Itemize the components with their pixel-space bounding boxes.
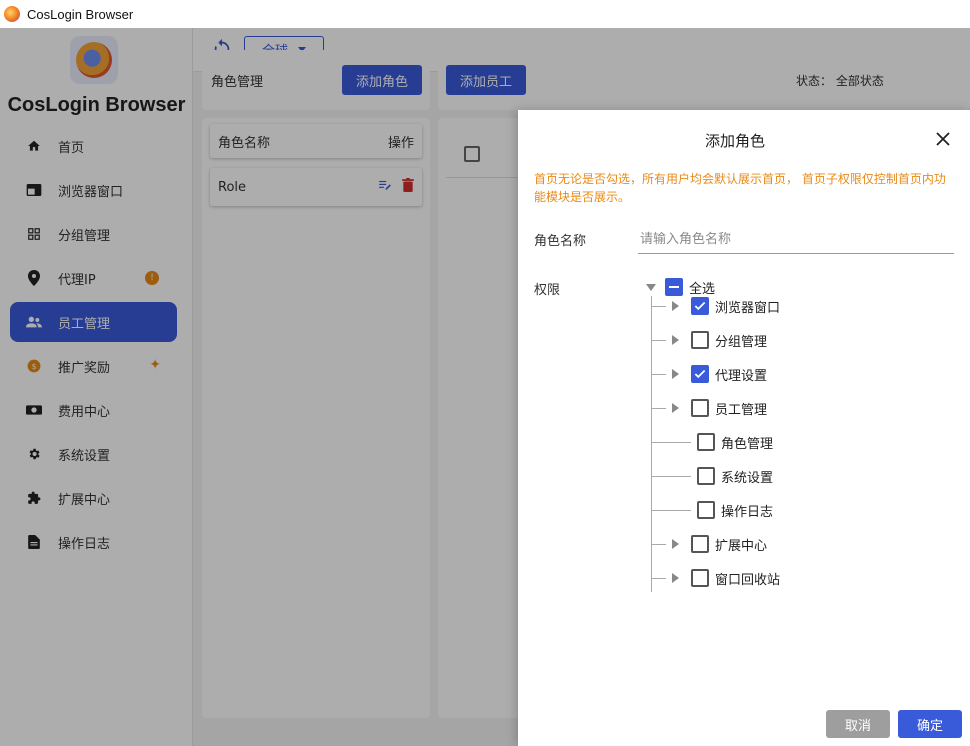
- check-icon: [694, 369, 706, 379]
- permission-item[interactable]: 窗口回收站: [651, 563, 780, 593]
- cancel-button[interactable]: 取消: [826, 710, 890, 738]
- tree-connector: [651, 475, 691, 477]
- homepage-note: 首页无论是否勾选，所有用户均会默认展示首页， 首页子权限仅控制首页内功能模块是否…: [534, 172, 946, 204]
- permission-checkbox[interactable]: [691, 569, 709, 587]
- permission-checkbox[interactable]: [691, 331, 709, 349]
- permission-checkbox[interactable]: [697, 501, 715, 519]
- chevron-down-icon[interactable]: [646, 283, 656, 291]
- tree-connector: [651, 577, 666, 579]
- permission-item[interactable]: 系统设置: [651, 461, 773, 491]
- role-name-input[interactable]: [638, 226, 954, 254]
- permission-label: 系统设置: [721, 470, 774, 486]
- chevron-right-icon[interactable]: [672, 573, 679, 583]
- window-title: CosLogin Browser: [27, 6, 134, 22]
- permission-checkbox[interactable]: [697, 467, 715, 485]
- permission-checkbox[interactable]: [697, 433, 715, 451]
- permission-item[interactable]: 角色管理: [651, 427, 773, 457]
- permission-label: 角色管理: [721, 436, 774, 452]
- permission-item[interactable]: 代理设置: [651, 359, 767, 389]
- permissions-label: 权限: [534, 283, 561, 298]
- tree-connector: [651, 543, 666, 545]
- chevron-right-icon[interactable]: [672, 301, 679, 311]
- app-logo-icon: [4, 6, 20, 22]
- permission-item[interactable]: 分组管理: [651, 325, 767, 355]
- permission-label: 浏览器窗口: [715, 300, 781, 316]
- permission-label: 员工管理: [715, 402, 768, 418]
- add-role-dialog: 添加角色 首页无论是否勾选，所有用户均会默认展示首页， 首页子权限仅控制首页内功…: [518, 110, 970, 746]
- permission-label: 窗口回收站: [715, 572, 781, 588]
- permission-label: 代理设置: [715, 368, 768, 384]
- tree-connector: [651, 339, 666, 341]
- tree-connector: [651, 407, 666, 409]
- chevron-right-icon[interactable]: [672, 369, 679, 379]
- permission-item[interactable]: 操作日志: [651, 495, 773, 525]
- permission-checkbox[interactable]: [691, 365, 709, 383]
- permission-tree: 全选 浏览器窗口 分组管理 代理设置 员工管理 角色管理 系统设置 操作日志 扩展中心 窗口回收…: [638, 274, 938, 614]
- tree-connector: [651, 305, 666, 307]
- dialog-title: 添加角色: [704, 132, 765, 150]
- permission-checkbox[interactable]: [691, 297, 709, 315]
- permission-item[interactable]: 扩展中心: [651, 529, 767, 559]
- confirm-button[interactable]: 确定: [898, 710, 962, 738]
- chevron-right-icon[interactable]: [672, 335, 679, 345]
- permission-item[interactable]: 浏览器窗口: [651, 291, 780, 321]
- permission-item[interactable]: 员工管理: [651, 393, 767, 423]
- check-icon: [694, 301, 706, 311]
- permission-label: 扩展中心: [715, 538, 768, 554]
- tree-connector: [651, 373, 666, 375]
- title-bar: CosLogin Browser: [0, 0, 970, 28]
- permission-label: 操作日志: [721, 504, 774, 520]
- close-icon[interactable]: [934, 130, 952, 148]
- chevron-right-icon[interactable]: [672, 403, 679, 413]
- tree-connector: [651, 441, 691, 443]
- permission-checkbox[interactable]: [691, 399, 709, 417]
- permission-checkbox[interactable]: [691, 535, 709, 553]
- chevron-right-icon[interactable]: [672, 539, 679, 549]
- tree-connector: [651, 509, 691, 511]
- role-name-label: 角色名称: [534, 234, 587, 249]
- permission-label: 分组管理: [715, 334, 768, 350]
